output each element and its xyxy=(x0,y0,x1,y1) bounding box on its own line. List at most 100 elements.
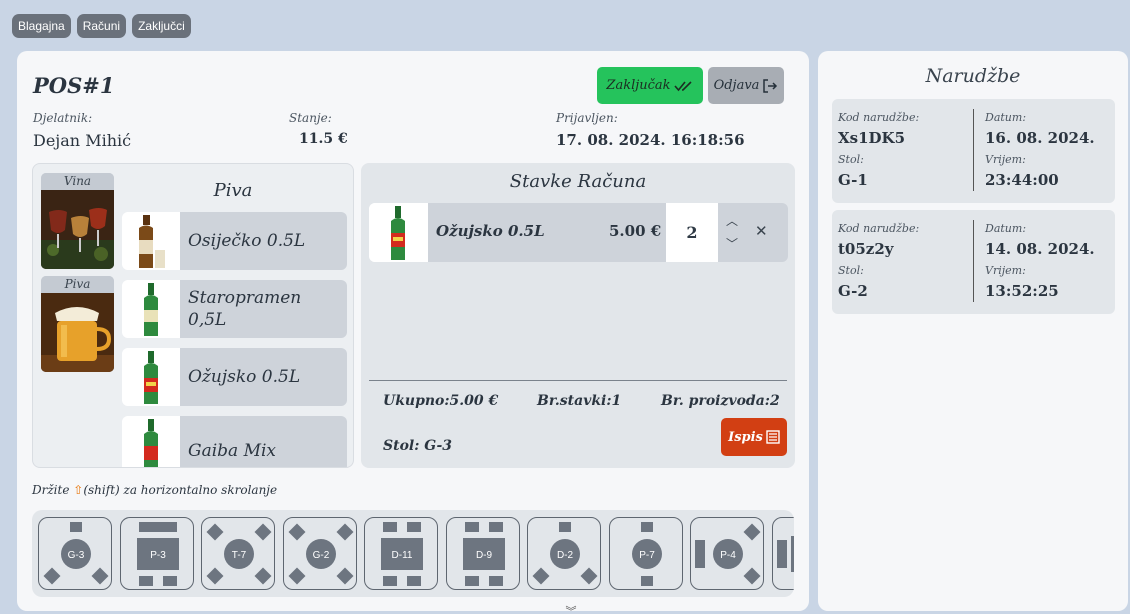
bill-divider xyxy=(369,380,787,381)
table-shape-icon: D-9 xyxy=(462,522,505,586)
category-piva[interactable]: Piva xyxy=(41,276,114,372)
tables-strip[interactable]: G-3 P-3 T-7 G-2 D-11 D-9 D-2 P-7 P-4 xyxy=(32,510,794,597)
table-card-partial[interactable] xyxy=(771,517,794,590)
order-card[interactable]: Kod narudžbe: t05z2y Stol: G-2 Datum: 14… xyxy=(832,210,1115,314)
orders-panel: Narudžbe Kod narudžbe: Xs1DK5 Stol: G-1 … xyxy=(818,51,1128,611)
pos-panel: POS#1 Zaključak Odjava Djelatnik: Dejan … xyxy=(17,51,809,611)
chevron-up-icon[interactable]: ︿ xyxy=(725,212,739,230)
tab-blagajna[interactable]: Blagajna xyxy=(12,14,71,38)
hint-suffix: (shift) za horizontalno skrolanje xyxy=(83,483,278,497)
bottle-green-icon xyxy=(122,348,180,406)
wine-image xyxy=(41,190,114,269)
order-code-label: Kod narudžbe: xyxy=(838,111,920,124)
order-time: 23:44:00 xyxy=(985,171,1059,189)
logged-in-label: Prijavljen: xyxy=(556,111,618,125)
order-card[interactable]: Kod narudžbe: Xs1DK5 Stol: G-1 Datum: 16… xyxy=(832,99,1115,203)
table-shape-icon: P-4 xyxy=(695,523,761,585)
orders-title: Narudžbe xyxy=(925,65,1021,87)
table-shape-icon: G-3 xyxy=(43,522,109,585)
zakljucak-button[interactable]: Zaključak xyxy=(597,67,703,104)
table-shape-icon xyxy=(776,536,794,572)
bill-item: Ožujsko 0.5L 5.00 € 2 ︿ ﹀ ✕ xyxy=(369,203,788,262)
order-separator xyxy=(973,220,974,302)
odjava-button[interactable]: Odjava xyxy=(708,67,784,104)
print-button[interactable]: Ispis xyxy=(721,418,787,456)
tab-zakljucci[interactable]: Zaključci xyxy=(132,14,191,38)
bill-item-count: Br.stavki:1 xyxy=(537,393,622,409)
product-staropramen[interactable]: Staropramen 0,5L xyxy=(122,280,347,338)
table-shape-icon: P-7 xyxy=(631,522,662,586)
order-date: 16. 08. 2024. xyxy=(985,129,1095,147)
bottle-green-icon xyxy=(122,280,180,338)
bill-item-name: Ožujsko 0.5L xyxy=(436,222,545,240)
table-label: D-2 xyxy=(557,550,574,561)
table-label: G-2 xyxy=(312,550,329,561)
table-card-d-9[interactable]: D-9 xyxy=(445,517,520,590)
table-shape-icon: D-2 xyxy=(532,522,598,585)
product-name: Osiječko 0.5L xyxy=(188,231,306,251)
table-card-d-2[interactable]: D-2 xyxy=(527,517,601,590)
table-label: D-11 xyxy=(392,550,413,561)
beer-image xyxy=(41,293,114,372)
order-code: t05z2y xyxy=(838,240,894,258)
tab-racuni[interactable]: Računi xyxy=(76,14,127,38)
order-date: 14. 08. 2024. xyxy=(985,240,1095,258)
table-shape-icon: P-3 xyxy=(136,522,179,586)
order-time-label: Vrijem: xyxy=(985,264,1026,277)
top-nav: Blagajna Računi Zaključci xyxy=(12,14,191,38)
balance-label: Stanje: xyxy=(289,111,332,125)
product-name: Staropramen 0,5L xyxy=(188,288,302,330)
order-table: G-2 xyxy=(838,282,868,300)
table-shape-icon: D-11 xyxy=(381,522,423,586)
table-card-p-4[interactable]: P-4 xyxy=(690,517,764,590)
category-box: Vina Piva Piva Osiječko 0.5L Staropramen… xyxy=(32,163,354,468)
product-name: Ožujsko 0.5L xyxy=(188,367,301,387)
table-label: P-4 xyxy=(720,550,736,561)
receipt-icon xyxy=(766,430,780,444)
bill-table: Stol: G-3 xyxy=(383,438,453,454)
table-label: T-7 xyxy=(232,550,247,561)
pos-title: POS#1 xyxy=(33,73,115,98)
odjava-label: Odjava xyxy=(713,78,760,93)
product-ozujsko[interactable]: Ožujsko 0.5L xyxy=(122,348,347,406)
table-card-t-7[interactable]: T-7 xyxy=(201,517,275,590)
table-card-d-11[interactable]: D-11 xyxy=(364,517,438,590)
table-label: G-3 xyxy=(68,550,85,561)
bottle-green-icon xyxy=(369,203,428,262)
close-icon[interactable]: ✕ xyxy=(755,222,768,240)
product-osijecko[interactable]: Osiječko 0.5L xyxy=(122,212,347,270)
category-label: Vina xyxy=(41,173,114,190)
product-name: Gaiba Mix xyxy=(188,441,277,461)
order-table-label: Stol: xyxy=(838,264,864,277)
bill-item-price: 5.00 € xyxy=(609,222,662,240)
product-gaiba-mix[interactable]: Gaiba Mix xyxy=(122,416,347,467)
chevron-down-icon[interactable]: ︾ xyxy=(562,603,580,614)
scroll-hint: Držite ⇧(shift) za horizontalno skrolanj… xyxy=(32,483,277,497)
order-table: G-1 xyxy=(838,171,868,189)
bill-item-qty[interactable]: 2 xyxy=(666,203,718,262)
table-shape-icon: T-7 xyxy=(206,523,272,585)
chevron-down-icon[interactable]: ﹀ xyxy=(725,235,739,253)
table-label: D-9 xyxy=(475,550,492,561)
order-code: Xs1DK5 xyxy=(838,129,906,147)
bottle-brown-icon xyxy=(122,212,180,270)
table-label: P-3 xyxy=(150,550,166,561)
table-shape-icon: G-2 xyxy=(288,523,353,585)
product-list: Osiječko 0.5L Staropramen 0,5L Ožujsko 0… xyxy=(122,212,347,467)
table-card-p-7[interactable]: P-7 xyxy=(608,517,683,590)
table-card-g-2[interactable]: G-2 xyxy=(282,517,357,590)
logged-in-value: 17. 08. 2024. 16:18:56 xyxy=(556,131,745,149)
table-card-p-3[interactable]: P-3 xyxy=(119,517,194,590)
bill-product-count: Br. proizvoda:2 xyxy=(661,393,780,409)
table-card-g-3[interactable]: G-3 xyxy=(38,517,112,590)
balance-value: 11.5 € xyxy=(299,131,348,147)
employee-label: Djelatnik: xyxy=(33,111,93,125)
bill-total: Ukupno:5.00 € xyxy=(383,393,499,409)
print-label: Ispis xyxy=(728,429,763,445)
order-time: 13:52:25 xyxy=(985,282,1059,300)
table-label: P-7 xyxy=(639,550,655,561)
category-vina[interactable]: Vina xyxy=(41,173,114,269)
order-time-label: Vrijem: xyxy=(985,153,1026,166)
bottle-green-icon xyxy=(122,416,180,467)
order-date-label: Datum: xyxy=(985,111,1027,124)
